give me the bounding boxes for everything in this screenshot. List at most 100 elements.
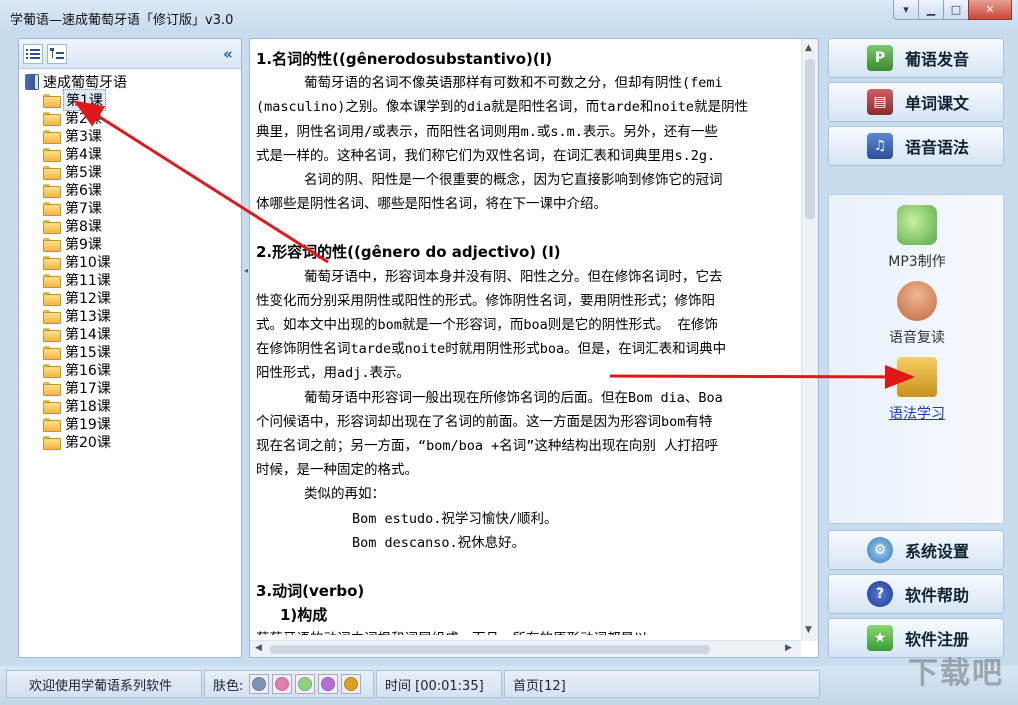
folder-icon	[43, 274, 61, 288]
tree-item-lesson[interactable]: 第9课	[43, 235, 127, 253]
tree-item-label: 第15课	[65, 345, 111, 361]
lesson-tree: 速成葡萄牙语 第1课 第2课 第3课 第4课 第5课 第6课 第7课 第8课 第9课 第10课 第1…	[25, 73, 127, 451]
color-dot-icon	[321, 677, 336, 691]
tree-item-lesson[interactable]: 第5课	[43, 163, 127, 181]
content-line: 2.形容词的性((gênero do adjectivo) (I)	[256, 243, 561, 262]
folder-icon	[43, 184, 61, 198]
tree-item-lesson[interactable]: 第18课	[43, 397, 127, 415]
content-line	[256, 216, 794, 240]
grammar-button[interactable]: ♫ 语音语法	[828, 126, 1004, 166]
maximize-button[interactable]: □	[943, 0, 969, 20]
tree-item-lesson[interactable]: 第14课	[43, 325, 127, 343]
color-dot-icon	[252, 677, 267, 691]
content-line: Bom estudo.祝学习愉快/顺利。	[352, 510, 558, 527]
minimize-button[interactable]: ▁	[918, 0, 944, 20]
skin-selector: 肤色:	[204, 670, 374, 698]
grammar-label: 语音语法	[905, 138, 970, 157]
folder-icon	[43, 94, 61, 108]
tree-item-label: 第10课	[65, 255, 111, 271]
window-title: 学葡语—速成葡萄牙语「修订版」v3.0	[10, 13, 234, 28]
skin-label: 肤色:	[213, 678, 244, 694]
tree-item-lesson[interactable]: 第4课	[43, 145, 127, 163]
star-icon: ★	[867, 625, 893, 651]
mp3-icon	[897, 205, 937, 245]
skin-swatch-button[interactable]	[249, 674, 270, 694]
scroll-up-icon[interactable]: ▲	[805, 43, 812, 53]
color-dot-icon	[275, 677, 290, 691]
color-dot-icon	[298, 677, 313, 691]
grammar-study-tool[interactable]: 语法学习	[829, 357, 1005, 423]
help-icon: ?	[867, 581, 893, 607]
list-icon	[26, 49, 40, 59]
grammar-tools-area: MP3制作 语音复读 语法学习	[828, 194, 1004, 524]
tree-item-lesson[interactable]: 第8课	[43, 217, 127, 235]
collapse-panel-button[interactable]: «	[219, 45, 237, 63]
tree-item-lesson[interactable]: 第6课	[43, 181, 127, 199]
tree-item-lesson[interactable]: 第2课	[43, 109, 127, 127]
help-button[interactable]: ? 软件帮助	[828, 574, 1004, 614]
folder-icon	[43, 310, 61, 324]
window-controls: ▾ ▁ □ ✕	[893, 0, 1012, 20]
folder-icon	[43, 148, 61, 162]
tree-item-label: 第3课	[65, 129, 102, 145]
tree-view-button[interactable]	[47, 44, 67, 64]
tree-item-label: 第18课	[65, 399, 111, 415]
tree-item-lesson[interactable]: 第13课	[43, 307, 127, 325]
tree-item-lesson[interactable]: 第7课	[43, 199, 127, 217]
watermark: 下载吧	[908, 656, 1004, 691]
mp3-tool[interactable]: MP3制作	[829, 205, 1005, 271]
tree-item-lesson[interactable]: 第3课	[43, 127, 127, 145]
register-label: 软件注册	[905, 630, 970, 649]
horizontal-scrollbar[interactable]: ◀ ▶	[250, 640, 801, 657]
tree-item-lesson[interactable]: 第15课	[43, 343, 127, 361]
content-line: 式是一样的。这种名词，我们称它们为双性名词，在词汇表和词典里用s.2g.	[256, 147, 716, 164]
tree-item-label: 第14课	[65, 327, 111, 343]
skin-swatch-button[interactable]	[272, 674, 293, 694]
tree-item-lesson[interactable]: 第17课	[43, 379, 127, 397]
menu-button[interactable]: ▾	[893, 0, 919, 20]
tree-item-lesson[interactable]: 第11课	[43, 271, 127, 289]
expand-all-button[interactable]	[23, 44, 43, 64]
splitter-grip-icon: ◂	[244, 266, 249, 275]
content-line: 阳性形式，用adj.表示。	[256, 365, 411, 382]
tree-item-lesson[interactable]: 第10课	[43, 253, 127, 271]
scroll-right-icon[interactable]: ▶	[785, 643, 792, 653]
skin-swatches	[249, 674, 364, 694]
repeat-label: 语音复读	[889, 330, 945, 346]
folder-icon	[43, 382, 61, 396]
tree-item-label: 第2课	[65, 111, 102, 127]
tree-item-label: 第5课	[65, 165, 102, 181]
content-line: 时候，是一种固定的格式。	[256, 462, 418, 479]
skin-swatch-button[interactable]	[318, 674, 339, 694]
vocab-button[interactable]: ▤ 单词课文	[828, 82, 1004, 122]
folder-icon	[43, 346, 61, 360]
grammar-study-link[interactable]: 语法学习	[829, 403, 1005, 423]
scroll-down-icon[interactable]: ▼	[805, 625, 812, 635]
folder-icon	[43, 202, 61, 216]
settings-button[interactable]: ⚙ 系统设置	[828, 530, 1004, 570]
skin-swatch-button[interactable]	[341, 674, 362, 694]
tree-item-lesson[interactable]: 第20课	[43, 433, 127, 451]
tree-item-label: 第4课	[65, 147, 102, 163]
horizontal-scroll-thumb[interactable]	[270, 645, 710, 654]
tree-item-label: 第13课	[65, 309, 111, 325]
tree-item-lesson[interactable]: 第19课	[43, 415, 127, 433]
book-icon	[25, 74, 39, 90]
tree-item-lesson[interactable]: 第1课	[43, 89, 127, 111]
folder-icon	[43, 256, 61, 270]
tree-item-label: 第7课	[65, 201, 102, 217]
tree-item-lesson[interactable]: 第16课	[43, 361, 127, 379]
tree-item-label: 第9课	[65, 237, 102, 253]
folder-icon	[43, 130, 61, 144]
help-label: 软件帮助	[905, 586, 970, 605]
repeat-tool[interactable]: 语音复读	[829, 281, 1005, 347]
tree-item-lesson[interactable]: 第12课	[43, 289, 127, 307]
skin-swatch-button[interactable]	[295, 674, 316, 694]
close-button[interactable]: ✕	[968, 0, 1012, 20]
vertical-scrollbar[interactable]: ▲ ▼	[801, 39, 818, 641]
folder-icon	[43, 238, 61, 252]
vertical-scroll-thumb[interactable]	[805, 59, 815, 219]
scroll-left-icon[interactable]: ◀	[255, 643, 262, 653]
content-line: (masculino)之别。像本课学到的dia就是阳性名词，而tarde和noi…	[256, 99, 749, 116]
pronunciation-button[interactable]: P 葡语发音	[828, 38, 1004, 78]
